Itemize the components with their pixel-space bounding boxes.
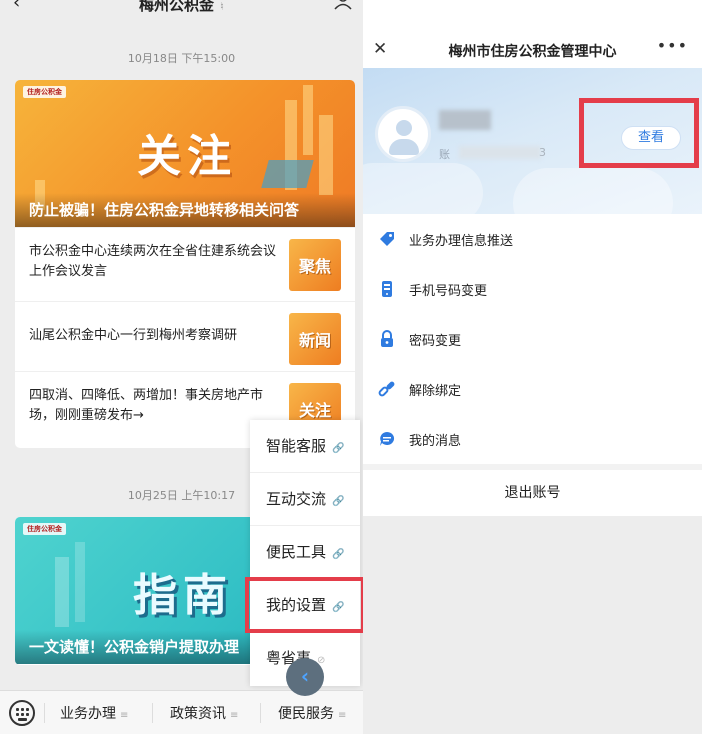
deco-bar [55, 557, 69, 627]
menu-item-label: 解除绑定 [409, 384, 462, 399]
tab-label: 业务办理 [60, 706, 116, 722]
tab-label: 政策资讯 [170, 706, 226, 722]
status-area [363, 0, 702, 38]
divider [44, 703, 45, 723]
menu-item-label: 业务办理信息推送 [409, 234, 514, 249]
account-label: 账 [439, 148, 450, 161]
menu-item-tools[interactable]: 便民工具 🔗 [250, 526, 360, 579]
link-icon: 🔗 [332, 443, 345, 454]
menu-item-unbind[interactable]: 解除绑定 [363, 364, 702, 414]
popup-menu: 智能客服 🔗 互动交流 🔗 便民工具 🔗 我的设置 🔗 粤省事 ⊘ [250, 420, 360, 686]
username-blurred [439, 110, 491, 130]
chat-title-text: 梅州公积金 [139, 0, 215, 14]
deco-bar [319, 115, 333, 195]
chat-header: ‹ 梅州公积金 ♮ [0, 0, 363, 14]
mute-bell-icon: ♮ [220, 0, 224, 13]
background-cloud [363, 163, 483, 214]
background-cloud [513, 168, 673, 214]
news-title: 市公积金中心连续两次在全省住建系统会议上作会议发言 [29, 244, 277, 279]
banner-caption: 防止被骗！住房公积金异地转移相关问答 [15, 193, 355, 227]
news-thumbnail: 聚焦 [289, 239, 341, 291]
article-banner[interactable]: 住房公积金 关注 防止被骗！住房公积金异地转移相关问答 [15, 80, 355, 227]
menu-lines-icon: ≡ [338, 710, 347, 721]
link-icon [378, 381, 395, 397]
keyboard-icon[interactable] [9, 700, 35, 726]
account-tail: 3 [539, 146, 546, 159]
news-item[interactable]: 市公积金中心连续两次在全省住建系统会议上作会议发言 聚焦 [15, 227, 355, 301]
news-title: 四取消、四降低、两增加！事关房地产市场，刚刚重磅发布→ [29, 388, 264, 423]
menu-item-phone-change[interactable]: 手机号码变更 [363, 264, 702, 314]
empty-area [363, 516, 702, 734]
phone-illustration [261, 160, 314, 188]
phone-icon [382, 281, 392, 297]
deco-bar [303, 85, 313, 155]
menu-item-label: 智能客服 [266, 437, 327, 455]
link-icon: 🔗 [332, 496, 345, 507]
banner-headline: 关注 [137, 131, 237, 182]
page-header: ✕ 梅州市住房公积金管理中心 ••• [363, 36, 702, 68]
menu-lines-icon: ≡ [120, 710, 129, 721]
news-thumbnail: 新闻 [289, 313, 341, 365]
divider [260, 703, 261, 723]
menu-item-push[interactable]: 业务办理信息推送 [363, 214, 702, 264]
menu-item-label: 密码变更 [409, 334, 462, 349]
tab-label: 便民服务 [278, 706, 334, 722]
menu-item-label: 便民工具 [266, 543, 327, 561]
menu-item-smart-service[interactable]: 智能客服 🔗 [250, 420, 360, 473]
link-icon: 🔗 [332, 549, 345, 560]
menu-item-password-change[interactable]: 密码变更 [363, 314, 702, 364]
settings-menu: 业务办理信息推送 手机号码变更 密码变更 解除绑定 我的消息 [363, 214, 702, 464]
menu-item-label: 互动交流 [266, 490, 327, 508]
menu-item-interaction[interactable]: 互动交流 🔗 [250, 473, 360, 526]
message-icon [380, 431, 395, 446]
brand-logo: 住房公积金 [23, 86, 66, 98]
logout-button[interactable]: 退出账号 [363, 470, 702, 516]
right-panel: ✕ 梅州市住房公积金管理中心 ••• 账 3 查看 业务办理信息推送 手机号码变… [363, 0, 702, 734]
back-floating-button[interactable]: ‹ [286, 658, 324, 696]
tag-icon [380, 232, 394, 246]
tab-business[interactable]: 业务办理 ≡ [60, 703, 128, 723]
chat-title: 梅州公积金 ♮ [0, 0, 363, 15]
avatar [375, 106, 431, 162]
news-title: 汕尾公积金中心一行到梅州考察调研 [29, 328, 238, 343]
brand-logo: 住房公积金 [23, 523, 66, 535]
menu-item-messages[interactable]: 我的消息 [363, 414, 702, 464]
tab-policy[interactable]: 政策资讯 ≡ [170, 703, 238, 723]
left-panel: ‹ 梅州公积金 ♮ 10月18日 下午15:00 住房公积金 关注 防止被骗！住房… [0, 0, 363, 734]
tab-services[interactable]: 便民服务 ≡ [278, 703, 346, 723]
banner-headline: 指南 [133, 570, 233, 621]
bottom-menu-bar: 业务办理 ≡ 政策资讯 ≡ 便民服务 ≡ [0, 690, 363, 734]
deco-bar [75, 542, 85, 622]
highlight-box [245, 577, 363, 633]
menu-lines-icon: ≡ [230, 710, 239, 721]
timestamp: 10月18日 下午15:00 [127, 52, 236, 65]
menu-item-label: 我的消息 [409, 434, 462, 449]
more-icon[interactable]: ••• [657, 36, 688, 55]
news-item[interactable]: 汕尾公积金中心一行到梅州考察调研 新闻 [15, 301, 355, 371]
highlight-box [579, 98, 699, 168]
lock-icon [381, 330, 393, 347]
page-title: 梅州市住房公积金管理中心 [448, 44, 617, 60]
user-profile-icon[interactable] [333, 0, 353, 10]
divider [152, 703, 153, 723]
account-number-blurred [459, 146, 541, 159]
article-card: 住房公积金 关注 防止被骗！住房公积金异地转移相关问答 市公积金中心连续两次在全… [15, 80, 355, 448]
menu-item-label: 手机号码变更 [409, 284, 488, 299]
